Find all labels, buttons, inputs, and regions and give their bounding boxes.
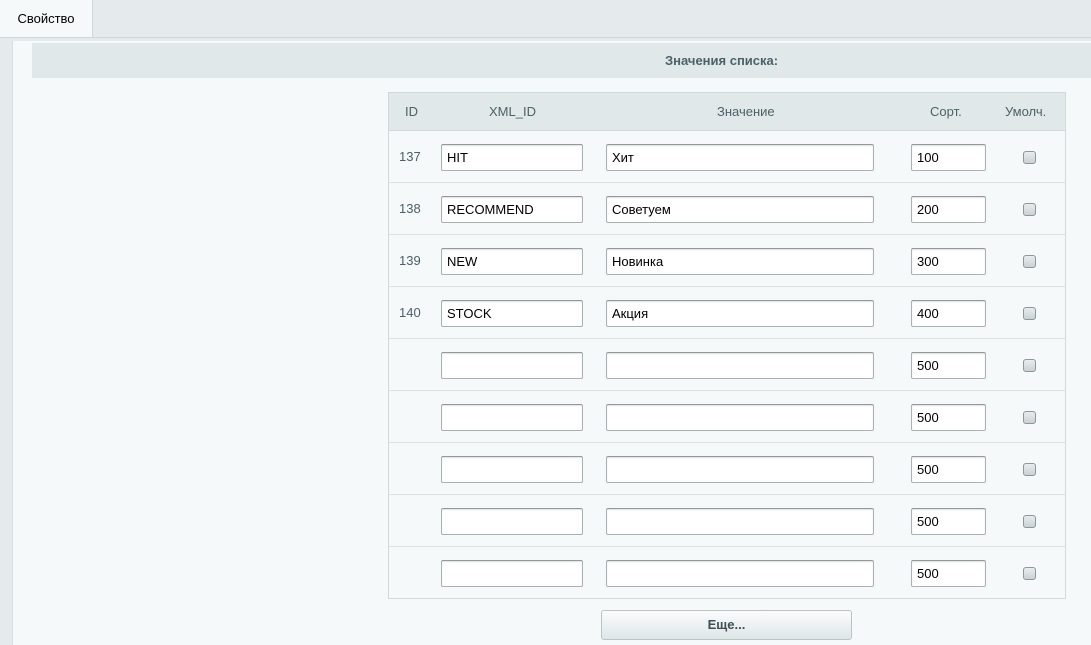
row-id: 140: [399, 305, 421, 320]
table-row: [389, 547, 1065, 599]
section-header: Значения списка:: [32, 43, 1091, 78]
xml-id-input[interactable]: [441, 508, 583, 535]
row-id: 138: [399, 201, 421, 216]
sort-input[interactable]: [911, 560, 986, 587]
value-input[interactable]: [606, 248, 874, 275]
header-xml-id: XML_ID: [489, 104, 536, 119]
xml-id-input[interactable]: [441, 456, 583, 483]
header-value: Значение: [717, 104, 775, 119]
default-checkbox[interactable]: [1023, 151, 1036, 164]
table-row: 140: [389, 287, 1065, 339]
header-sort: Сорт.: [930, 104, 962, 119]
table-row: 138: [389, 183, 1065, 235]
value-input[interactable]: [606, 196, 874, 223]
xml-id-input[interactable]: [441, 352, 583, 379]
value-input[interactable]: [606, 560, 874, 587]
sort-input[interactable]: [911, 248, 986, 275]
value-input[interactable]: [606, 300, 874, 327]
default-checkbox[interactable]: [1023, 411, 1036, 424]
sort-input[interactable]: [911, 508, 986, 535]
table-row: [389, 443, 1065, 495]
row-id: 137: [399, 149, 421, 164]
tab-property[interactable]: Свойство: [0, 0, 93, 37]
row-id: 139: [399, 253, 421, 268]
xml-id-input[interactable]: [441, 144, 583, 171]
xml-id-input[interactable]: [441, 196, 583, 223]
table-row: 137: [389, 131, 1065, 183]
table-row: [389, 495, 1065, 547]
tab-bar: Свойство: [0, 0, 1091, 38]
table-row: [389, 391, 1065, 443]
sort-input[interactable]: [911, 196, 986, 223]
list-values-table: ID XML_ID Значение Сорт. Умолч. 137 138 …: [388, 92, 1066, 599]
default-checkbox[interactable]: [1023, 307, 1036, 320]
header-id: ID: [405, 104, 418, 119]
default-checkbox[interactable]: [1023, 567, 1036, 580]
sort-input[interactable]: [911, 404, 986, 431]
sort-input[interactable]: [911, 144, 986, 171]
xml-id-input[interactable]: [441, 248, 583, 275]
table-row: [389, 339, 1065, 391]
value-input[interactable]: [606, 456, 874, 483]
table-header: ID XML_ID Значение Сорт. Умолч.: [389, 93, 1065, 131]
header-default: Умолч.: [1005, 104, 1047, 119]
default-checkbox[interactable]: [1023, 515, 1036, 528]
value-input[interactable]: [606, 508, 874, 535]
value-input[interactable]: [606, 404, 874, 431]
section-title: Значения списка:: [665, 53, 779, 68]
table-row: 139: [389, 235, 1065, 287]
value-input[interactable]: [606, 144, 874, 171]
default-checkbox[interactable]: [1023, 203, 1036, 216]
default-checkbox[interactable]: [1023, 255, 1036, 268]
xml-id-input[interactable]: [441, 404, 583, 431]
more-button[interactable]: Еще...: [601, 610, 852, 640]
xml-id-input[interactable]: [441, 560, 583, 587]
xml-id-input[interactable]: [441, 300, 583, 327]
sort-input[interactable]: [911, 352, 986, 379]
default-checkbox[interactable]: [1023, 463, 1036, 476]
default-checkbox[interactable]: [1023, 359, 1036, 372]
value-input[interactable]: [606, 352, 874, 379]
sort-input[interactable]: [911, 456, 986, 483]
sort-input[interactable]: [911, 300, 986, 327]
